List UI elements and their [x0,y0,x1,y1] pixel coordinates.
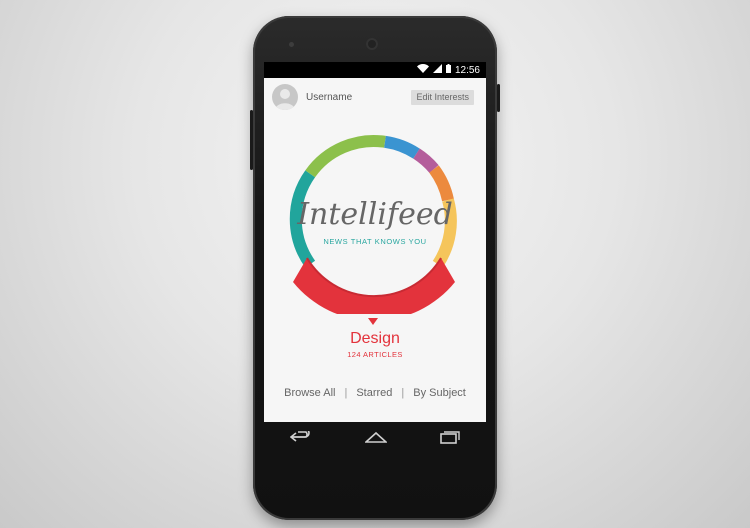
nav-separator: | [401,387,405,399]
nav-starred[interactable]: Starred [356,387,392,399]
power-button [497,84,500,112]
wheel-segment-blue[interactable] [383,135,420,159]
wheel-segment-orange[interactable] [429,165,454,202]
back-icon[interactable] [290,431,312,443]
wifi-icon [416,64,429,76]
selected-topic-title[interactable]: Design [264,330,486,348]
status-time: 12:56 [454,64,480,76]
recents-icon[interactable] [439,430,460,444]
avatar[interactable] [272,84,298,110]
wheel-segment-selected[interactable] [293,258,455,314]
nav-browse-all[interactable]: Browse All [284,387,335,399]
sensor-dot [289,42,294,47]
user-avatar-icon [275,89,295,110]
wheel-segment-green[interactable] [305,135,386,178]
selection-pointer-icon [368,318,378,325]
brand-logo: Intellifeed [297,197,453,232]
nav-separator: | [344,387,348,399]
wheel-segment-purple[interactable] [413,148,439,174]
username-label: Username [306,92,353,103]
volume-button [250,110,253,170]
home-icon[interactable] [364,431,387,443]
brand-tagline: NEWS THAT KNOWS YOU [323,237,427,246]
edit-interests-button[interactable]: Edit Interests [411,90,474,105]
bottom-nav: Browse All | Starred | By Subject [264,387,486,399]
signal-icon [432,64,442,76]
front-camera [366,38,378,50]
selected-topic-count: 124 ARTICLES [347,350,403,359]
status-bar: 12:56 [264,62,486,78]
nav-by-subject[interactable]: By Subject [413,387,466,399]
app-header: Username Edit Interests [264,78,486,112]
battery-icon [445,64,451,76]
system-navigation-bar [264,422,486,452]
app-screen: 12:56 Username Edit Interests Intellifee… [264,62,486,422]
